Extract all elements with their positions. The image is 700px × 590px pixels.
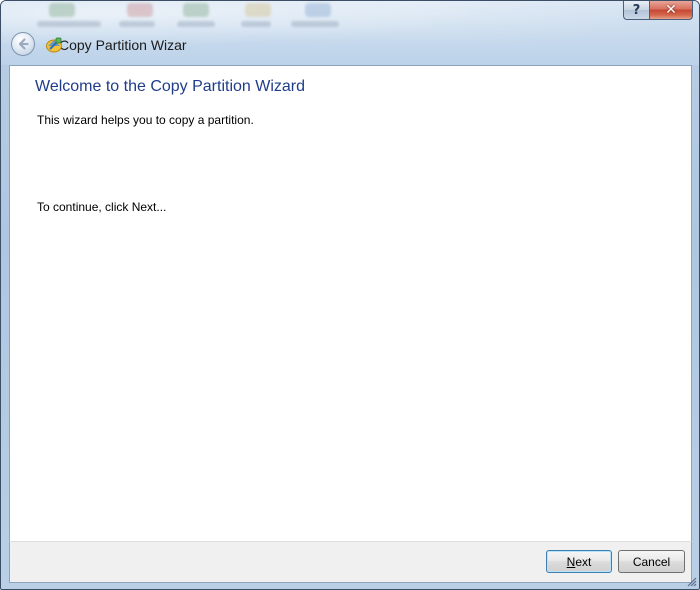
intro-text: This wizard helps you to copy a partitio… (37, 113, 254, 127)
welcome-heading: Welcome to the Copy Partition Wizard (35, 78, 306, 95)
close-icon: ✕ (665, 2, 677, 18)
back-arrow-icon (18, 38, 29, 50)
background-toolbar-ghost (1, 1, 699, 33)
window-caption-buttons: ? ✕ (623, 1, 693, 20)
next-button[interactable]: Next (546, 550, 612, 573)
wizard-footer: Next Cancel (9, 541, 692, 583)
back-button[interactable] (11, 32, 35, 56)
help-icon: ? (632, 2, 641, 18)
window-frame (1, 1, 699, 65)
continue-hint: To continue, click Next... (37, 200, 167, 214)
partition-wizard-icon (46, 37, 62, 53)
cancel-button[interactable]: Cancel (618, 550, 685, 573)
wizard-content-panel: Welcome to the Copy Partition Wizard Thi… (9, 65, 692, 541)
help-button[interactable]: ? (623, 1, 649, 20)
close-button[interactable]: ✕ (649, 1, 693, 20)
window-title: Copy Partition Wizarc (59, 37, 187, 53)
next-button-label: ext (575, 554, 592, 569)
resize-grip-icon[interactable] (685, 575, 697, 587)
title-area: Copy Partition Wizarc (45, 35, 187, 55)
wizard-window: ? ✕ Copy Partition Wizarc Welcome to the… (0, 0, 700, 590)
